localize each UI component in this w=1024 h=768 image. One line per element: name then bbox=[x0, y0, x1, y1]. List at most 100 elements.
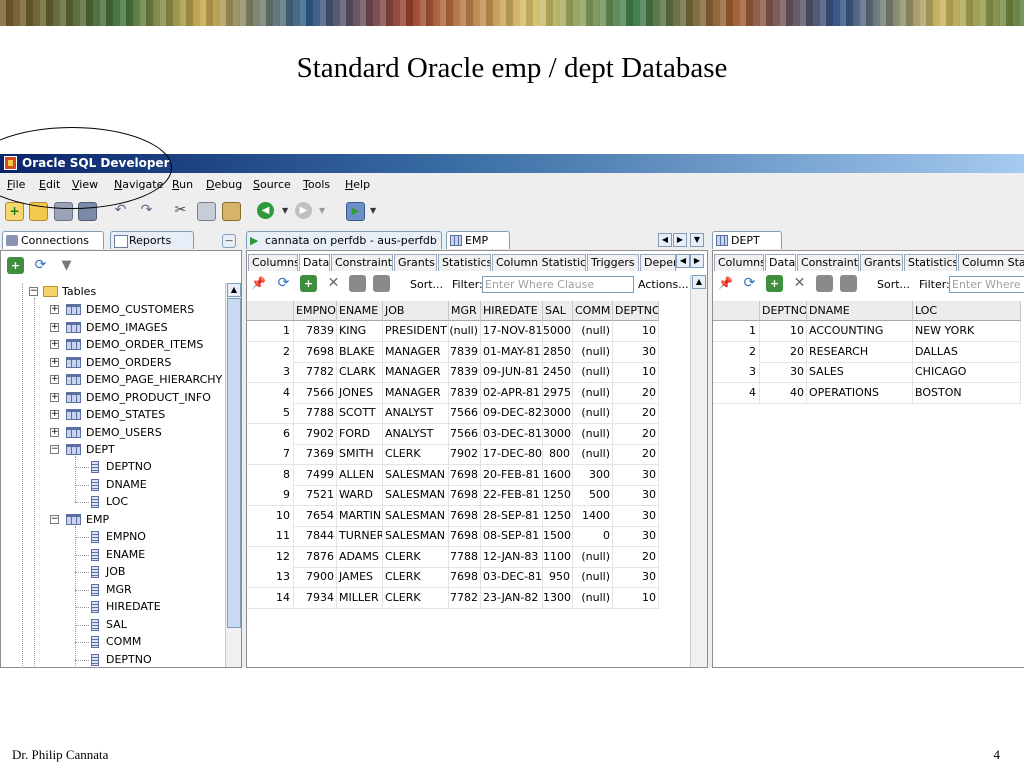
emp-cell[interactable]: SCOTT bbox=[337, 403, 383, 423]
menu-help[interactable]: Help bbox=[345, 178, 370, 191]
emp-grid-scrollbar[interactable]: ▲ bbox=[690, 275, 707, 667]
forward-dropdown-icon[interactable]: ▼ bbox=[319, 206, 325, 215]
emp-cell[interactable]: 7566 bbox=[449, 424, 481, 444]
emp-column-header[interactable]: HIREDATE bbox=[481, 301, 543, 321]
emp-cell[interactable]: SALESMAN bbox=[383, 465, 449, 485]
emp-cell[interactable]: 0 bbox=[573, 526, 613, 546]
emp-cell[interactable]: SALESMAN bbox=[383, 506, 449, 526]
expand-icon[interactable]: + bbox=[50, 305, 59, 314]
tab-list-icon[interactable]: ▼ bbox=[690, 233, 704, 247]
emp-cell[interactable]: ALLEN bbox=[337, 465, 383, 485]
emp-row-number[interactable]: 11 bbox=[247, 526, 294, 546]
emp-cell[interactable]: 800 bbox=[543, 444, 573, 464]
tree-table-item[interactable]: DEMO_PRODUCT_INFO bbox=[86, 389, 211, 406]
tree-column-item[interactable]: LOC bbox=[106, 493, 128, 510]
emp-row-number[interactable]: 5 bbox=[247, 403, 294, 423]
emp-cell[interactable]: 7788 bbox=[449, 547, 481, 567]
emp-row-number[interactable]: 1 bbox=[247, 321, 294, 341]
menu-file[interactable]: File bbox=[7, 178, 25, 191]
emp-cell[interactable]: 02-APR-81 bbox=[481, 383, 543, 403]
sort-button[interactable]: Sort... bbox=[410, 278, 443, 291]
emp-cell[interactable]: 7902 bbox=[294, 424, 337, 444]
emp-cell[interactable]: 10 bbox=[613, 588, 659, 608]
emp-cell[interactable]: 17-NOV-81 bbox=[481, 321, 543, 341]
emp-column-header[interactable]: EMPNO bbox=[294, 301, 337, 321]
sql-worksheet-icon[interactable]: ▶ bbox=[346, 202, 365, 221]
rollback-icon[interactable] bbox=[373, 275, 390, 292]
emp-row-number[interactable]: 6 bbox=[247, 423, 294, 444]
emp-cell[interactable]: CLERK bbox=[383, 567, 449, 587]
pin-icon[interactable]: 📌 bbox=[717, 275, 734, 292]
emp-cell[interactable]: WARD bbox=[337, 485, 383, 505]
emp-cell[interactable]: 7934 bbox=[294, 588, 337, 608]
dept-cell[interactable]: CHICAGO bbox=[913, 362, 1021, 382]
tree-table-item[interactable]: DEMO_ORDERS bbox=[86, 354, 171, 371]
dept-column-header[interactable]: DEPTNO bbox=[760, 301, 807, 321]
menu-source[interactable]: Source bbox=[253, 178, 291, 191]
emp-cell[interactable]: 7900 bbox=[294, 567, 337, 587]
subtab-columns[interactable]: Columns bbox=[714, 254, 764, 271]
emp-column-header[interactable]: SAL bbox=[543, 301, 573, 321]
emp-cell[interactable]: 1400 bbox=[573, 506, 613, 526]
subtab-statistics[interactable]: Statistics bbox=[904, 254, 957, 271]
emp-cell[interactable]: 03-DEC-81 bbox=[481, 424, 543, 444]
dept-cell[interactable]: 20 bbox=[760, 342, 807, 362]
collapse-icon[interactable]: − bbox=[50, 445, 59, 454]
emp-cell[interactable]: 23-JAN-82 bbox=[481, 588, 543, 608]
dept-row-number[interactable]: 3 bbox=[713, 362, 760, 382]
emp-cell[interactable]: CLERK bbox=[383, 547, 449, 567]
tree-table-emp[interactable]: EMP bbox=[86, 511, 109, 528]
emp-row-number[interactable]: 4 bbox=[247, 382, 294, 403]
scrollbar-thumb[interactable] bbox=[227, 298, 241, 628]
emp-cell[interactable]: (null) bbox=[573, 362, 613, 382]
emp-cell[interactable]: 7788 bbox=[294, 403, 337, 423]
expand-icon[interactable]: + bbox=[50, 358, 59, 367]
emp-cell[interactable]: (null) bbox=[573, 321, 613, 341]
emp-column-header[interactable]: DEPTNO bbox=[613, 301, 659, 321]
commit-icon[interactable] bbox=[816, 275, 833, 292]
dept-row-number[interactable]: 4 bbox=[713, 382, 760, 403]
emp-cell[interactable]: 20 bbox=[613, 547, 659, 567]
emp-cell[interactable]: 22-FEB-81 bbox=[481, 485, 543, 505]
expand-icon[interactable]: + bbox=[50, 340, 59, 349]
expand-icon[interactable]: + bbox=[50, 410, 59, 419]
copy-icon[interactable] bbox=[197, 202, 216, 221]
tab-emp[interactable]: EMP bbox=[446, 231, 510, 249]
tree-table-item[interactable]: DEMO_ORDER_ITEMS bbox=[86, 336, 203, 353]
open-folder-icon[interactable] bbox=[29, 202, 48, 221]
emp-cell[interactable]: 1100 bbox=[543, 547, 573, 567]
dept-cell[interactable]: 40 bbox=[760, 383, 807, 403]
commit-icon[interactable] bbox=[349, 275, 366, 292]
emp-cell[interactable]: ANALYST bbox=[383, 403, 449, 423]
emp-cell[interactable]: 300 bbox=[573, 465, 613, 485]
tab-connections[interactable]: Connections bbox=[2, 231, 104, 249]
dept-cell[interactable]: 10 bbox=[760, 321, 807, 341]
subtab-column-statistics[interactable]: Column Stati bbox=[958, 254, 1024, 271]
emp-cell[interactable]: JONES bbox=[337, 383, 383, 403]
emp-cell[interactable]: 7566 bbox=[294, 383, 337, 403]
emp-row-number[interactable]: 8 bbox=[247, 464, 294, 485]
emp-cell[interactable]: 01-MAY-81 bbox=[481, 342, 543, 362]
tree-column-item[interactable]: ENAME bbox=[106, 546, 145, 563]
menu-run[interactable]: Run bbox=[172, 178, 193, 191]
tree-scrollbar[interactable]: ▲ bbox=[225, 283, 241, 667]
tab-reports[interactable]: Reports bbox=[110, 231, 194, 249]
emp-cell[interactable]: 10 bbox=[613, 362, 659, 382]
expand-icon[interactable]: + bbox=[50, 393, 59, 402]
emp-cell[interactable]: 1600 bbox=[543, 465, 573, 485]
emp-cell[interactable]: PRESIDENT bbox=[383, 321, 449, 341]
emp-cell[interactable]: MANAGER bbox=[383, 342, 449, 362]
actions-button[interactable]: Actions... bbox=[638, 278, 689, 291]
subtab-columns[interactable]: Columns bbox=[248, 254, 298, 271]
dept-row-number[interactable]: 2 bbox=[713, 341, 760, 362]
emp-cell[interactable]: 7839 bbox=[449, 383, 481, 403]
save-all-icon[interactable] bbox=[78, 202, 97, 221]
forward-icon[interactable]: ▶ bbox=[295, 202, 312, 219]
emp-cell[interactable]: 2975 bbox=[543, 383, 573, 403]
emp-row-number[interactable]: 2 bbox=[247, 341, 294, 362]
tree-table-item[interactable]: DEMO_PAGE_HIERARCHY bbox=[86, 371, 222, 388]
expand-icon[interactable]: + bbox=[50, 428, 59, 437]
emp-cell[interactable]: 1250 bbox=[543, 506, 573, 526]
expand-icon[interactable]: + bbox=[50, 375, 59, 384]
rollback-icon[interactable] bbox=[840, 275, 857, 292]
